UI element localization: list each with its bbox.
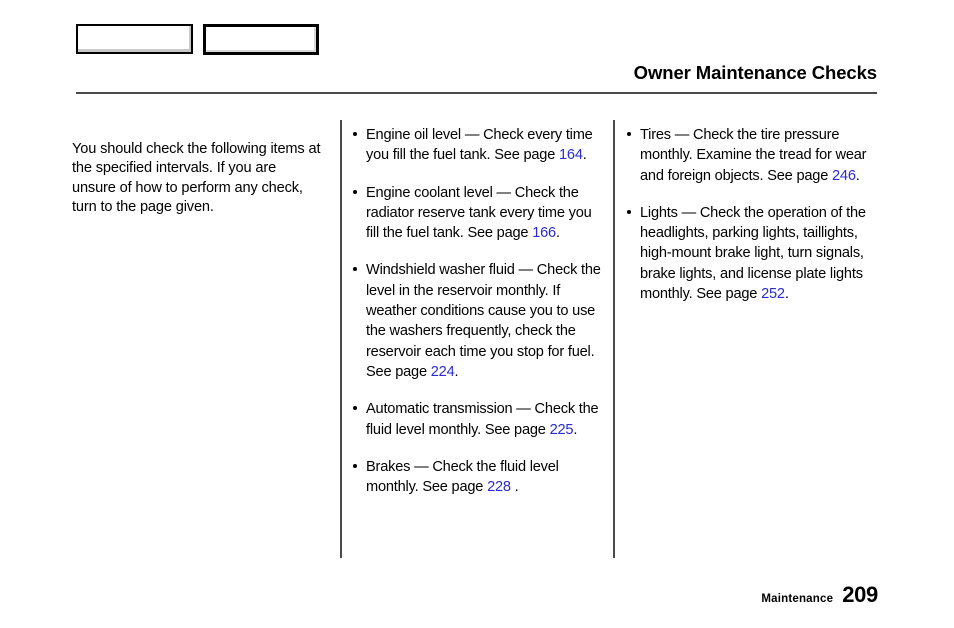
list-item: Tires — Check the tire pressure monthly.… [626,125,881,186]
maintenance-check-list-right: Tires — Check the tire pressure monthly.… [626,125,881,304]
intro-paragraph: You should check the following items at … [72,140,321,216]
list-item: Engine oil level — Check every time you … [352,125,607,166]
column-divider-right [613,120,615,558]
check-item-text-tail: . [784,286,789,303]
bullet-icon [353,463,357,468]
bullet-icon [627,209,631,214]
page-reference-link[interactable]: 166 [532,225,556,241]
bullet-icon [353,189,357,194]
page-reference-link[interactable]: 246 [832,168,856,184]
intro-column: You should check the following items at … [72,125,322,232]
maintenance-check-list-middle: Engine oil level — Check every time you … [352,125,607,497]
column-divider-left [340,120,342,558]
page-title: Owner Maintenance Checks [633,62,877,83]
list-item: Windshield washer fluid — Check the leve… [352,260,607,382]
page-footer: Maintenance 209 [761,582,878,608]
page-reference-link[interactable]: 252 [761,286,785,302]
bullet-icon [627,132,631,136]
previous-page-button[interactable] [76,24,193,54]
check-item-text-tail: . [555,225,560,242]
bullet-icon [353,132,357,136]
middle-checklist-column: Engine oil level — Check every time you … [352,125,607,497]
check-item-text: Lights — Check the operation of the head… [640,204,866,303]
check-item-text-tail: . [582,147,587,164]
footer-section-label: Maintenance [761,593,834,605]
check-item-text: Brakes — Check the fluid level monthly. … [366,458,559,496]
check-item-text: Windshield washer fluid — Check the leve… [366,262,601,380]
nav-button-bar [76,24,319,55]
list-item: Engine coolant level — Check the radiato… [352,183,607,244]
next-page-button[interactable] [203,24,319,55]
page-reference-link[interactable]: 224 [431,364,455,380]
check-item-text-tail: . [510,479,519,496]
bullet-icon [353,406,357,411]
page-reference-link[interactable]: 225 [550,422,574,438]
right-checklist-column: Tires — Check the tire pressure monthly.… [626,125,881,304]
check-item-text-tail: . [454,363,459,380]
page-reference-link[interactable]: 164 [559,147,583,163]
page-header: Owner Maintenance Checks [76,62,877,94]
header-divider-rule [76,92,877,94]
footer-page-number: 209 [842,582,878,607]
list-item: Automatic transmission — Check the fluid… [352,399,607,440]
bullet-icon [353,267,357,272]
page-reference-link[interactable]: 228 [487,479,511,495]
list-item: Lights — Check the operation of the head… [626,203,881,304]
list-item: Brakes — Check the fluid level monthly. … [352,457,607,498]
check-item-text-tail: . [855,167,860,184]
check-item-text-tail: . [573,421,578,438]
